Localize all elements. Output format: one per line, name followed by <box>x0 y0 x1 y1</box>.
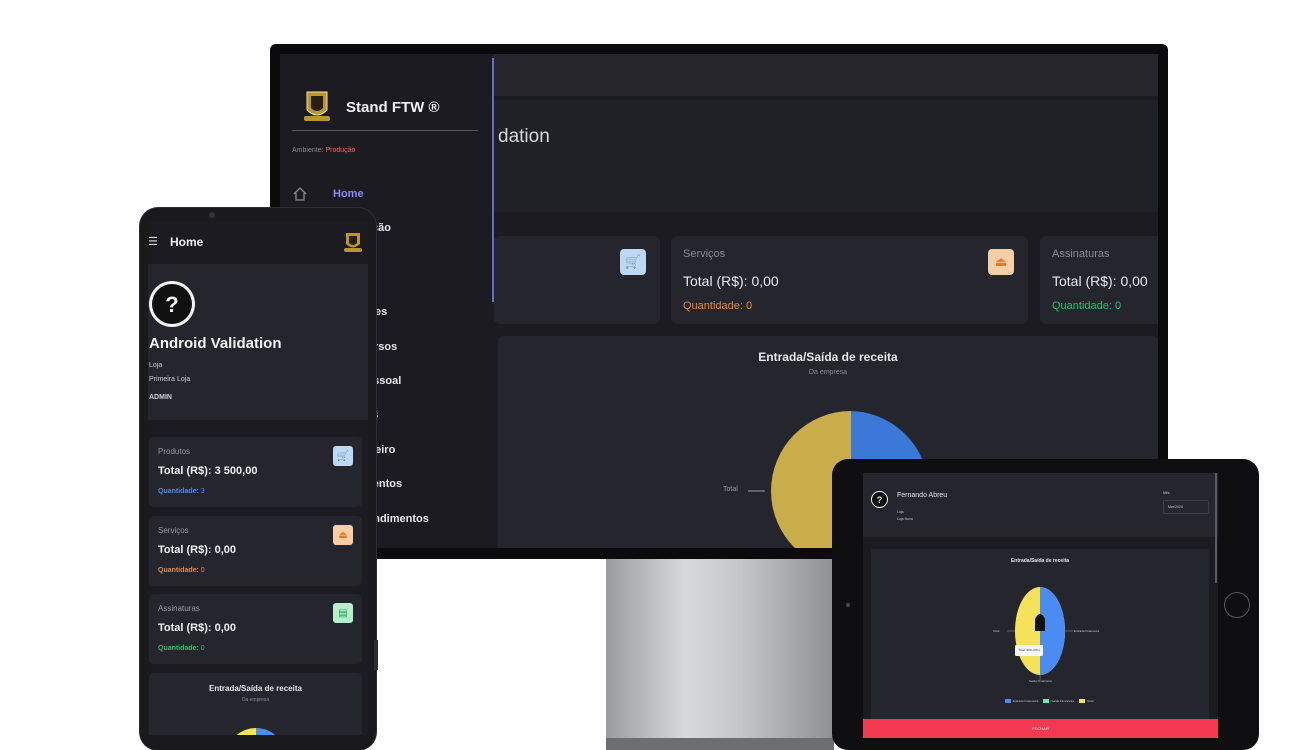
profile-name: Android Validation <box>149 335 282 352</box>
cart-icon: 🛒 <box>333 446 353 466</box>
phone-appbar: ☰ Home <box>148 222 368 260</box>
sidebar-item-recursos[interactable]: rsos <box>374 341 397 353</box>
pie-label-total: Total <box>993 629 1000 633</box>
legend-label: Saída Financeira <box>1051 699 1075 703</box>
avatar-icon: ? <box>149 281 195 327</box>
tablet-camera <box>846 603 850 607</box>
tablet-home-button[interactable] <box>1224 592 1250 618</box>
legend-swatch-expense <box>1043 699 1050 703</box>
card-quantity: Quantidade: 0 <box>1052 300 1122 312</box>
legend-label: Entrada Financeira <box>1013 699 1039 703</box>
svg-text:?: ? <box>877 495 883 505</box>
card-quantity: Quantidade: 0 <box>158 645 205 652</box>
phone-screen: ☰ Home ? Android Validation Loja Primeir… <box>148 222 368 735</box>
profile-name: Fernando Abreu <box>897 492 948 499</box>
monitor-stand-foot <box>606 738 834 750</box>
pie-chart <box>1007 587 1073 680</box>
sidebar-item-home[interactable]: Home <box>333 188 364 200</box>
tablet-revenue-chart: Entrada/Saída de receita Total Entrada F… <box>871 549 1209 719</box>
brand-name: Stand FTW ® <box>346 99 440 116</box>
store-label: Loja <box>897 510 904 514</box>
phone-card-services: Serviços Total (R$): 0,00 Quantidade: 0 … <box>149 516 362 586</box>
svg-text:?: ? <box>165 292 178 317</box>
legend-swatch-income <box>1005 699 1011 703</box>
card-total: Total (R$): 0,00 <box>158 622 237 634</box>
phone-revenue-chart: Entrada/Saída de receita Da empresa <box>149 673 362 735</box>
pie-label-income: Entrada Financeira <box>1074 629 1100 633</box>
page-title: dation <box>498 126 550 147</box>
phone-card-products: Produtos Total (R$): 3 500,00 Quantidade… <box>149 437 362 507</box>
service-icon: ⏏ <box>333 525 353 545</box>
card-label: Assinaturas <box>1052 248 1110 260</box>
desktop-topbar <box>494 54 1158 96</box>
close-button[interactable]: FECHAR <box>863 719 1218 738</box>
legend-label: Total <box>1087 699 1094 703</box>
card-quantity: Quantidade: 0 <box>683 300 753 312</box>
sidebar-divider <box>292 130 478 131</box>
month-label: Mês <box>1163 491 1170 495</box>
store-value: Loja Nova <box>897 517 913 521</box>
pie-label-total: Total <box>723 486 738 493</box>
menu-icon[interactable]: ☰ <box>148 235 158 248</box>
card-label: Produtos <box>158 447 191 456</box>
month-input[interactable]: Mar/2024 <box>1163 500 1209 514</box>
card-quantity: Quantidade: 0 <box>158 567 205 574</box>
card-total: Total (R$): 3 500,00 <box>158 465 258 477</box>
avatar-icon: ? <box>871 491 888 508</box>
store-label: Loja <box>149 362 163 369</box>
card-label: Serviços <box>683 248 726 260</box>
card-quantity: Quantidade: 3 <box>158 488 205 495</box>
environment-label: Ambiente: Produção <box>292 147 356 154</box>
home-icon <box>293 187 307 201</box>
monitor-stand <box>606 555 834 750</box>
phone-app-title: Home <box>170 235 204 249</box>
sidebar-scrollbar[interactable] <box>492 58 494 302</box>
phone-camera <box>209 212 215 218</box>
store-value: Primeira Loja <box>149 376 191 383</box>
card-total: Total (R$): 0,00 <box>683 273 779 289</box>
tablet-scrollbar[interactable] <box>1215 473 1217 583</box>
desktop-header <box>494 100 1158 212</box>
card-total: Total (R$): 0,00 <box>1052 273 1148 289</box>
card-label: Serviços <box>158 526 189 535</box>
subscription-icon: ▤ <box>333 603 353 623</box>
cart-icon: 🛒 <box>620 249 646 275</box>
desktop-card-subscriptions: Assinaturas Total (R$): 0,00 Quantidade:… <box>1040 236 1158 324</box>
legend-swatch-total <box>1079 699 1086 703</box>
brand-logo <box>304 91 330 121</box>
chart-tooltip: Total: 50% (0%) <box>1015 645 1043 656</box>
pie-label-expense: Saída Financeira <box>1029 679 1052 683</box>
tablet-screen: ? Fernando Abreu Loja Loja Nova Mês Mar/… <box>863 473 1218 738</box>
pie-chart <box>236 728 276 735</box>
phone-side-button <box>374 640 378 670</box>
card-label: Assinaturas <box>158 604 200 613</box>
service-icon: ⏏ <box>988 249 1014 275</box>
chart-legend: Entrada Financeira Saída Financeira Tota… <box>1005 699 1093 703</box>
brand-logo <box>344 233 362 252</box>
desktop-card-products: 🛒 <box>494 236 660 324</box>
card-total: Total (R$): 0,00 <box>158 544 237 556</box>
role-label: ADMIN <box>149 394 172 401</box>
desktop-card-services: Serviços Total (R$): 0,00 Quantidade: 0 … <box>671 236 1028 324</box>
phone-card-subscriptions: Assinaturas Total (R$): 0,00 Quantidade:… <box>149 594 362 664</box>
